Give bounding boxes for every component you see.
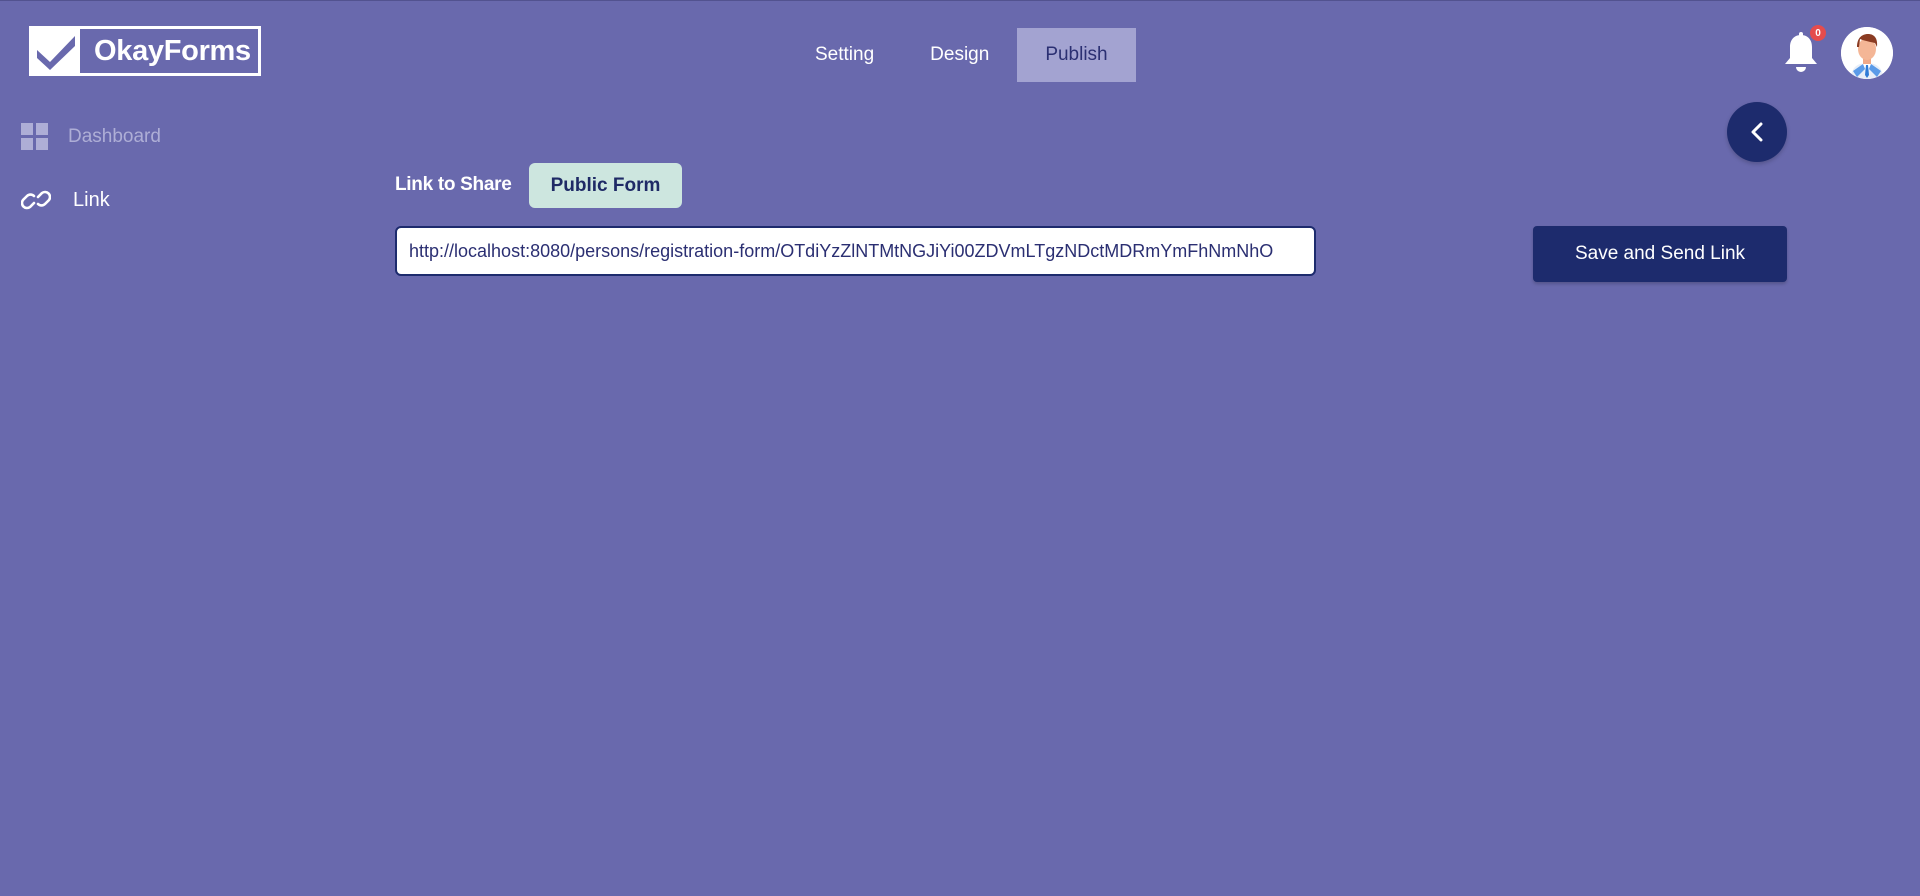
tab-publish[interactable]: Publish	[1017, 28, 1136, 82]
sidebar-item-label: Link	[73, 188, 110, 211]
public-form-button[interactable]: Public Form	[529, 163, 682, 208]
link-to-share-label: Link to Share	[395, 174, 512, 195]
dashboard-grid-icon	[21, 123, 48, 150]
chevron-left-icon	[1751, 122, 1763, 142]
back-button[interactable]	[1727, 102, 1787, 162]
okayforms-logo[interactable]: OkayForms	[29, 26, 261, 76]
user-avatar[interactable]	[1841, 27, 1893, 79]
app-page: OkayForms Setting Design Publish 0 Dashb…	[0, 0, 1920, 896]
top-nav: Setting Design Publish	[787, 28, 1136, 82]
tab-setting[interactable]: Setting	[787, 28, 902, 82]
checkmark-logo-icon	[32, 29, 80, 73]
sidebar-item-label: Dashboard	[68, 125, 161, 147]
notification-badge: 0	[1810, 25, 1826, 41]
share-url-input[interactable]	[395, 226, 1316, 276]
sidebar-item-link[interactable]: Link	[21, 187, 110, 213]
link-icon	[21, 190, 51, 210]
save-and-send-link-button[interactable]: Save and Send Link	[1533, 226, 1787, 282]
tab-design[interactable]: Design	[902, 28, 1017, 82]
brand-name: OkayForms	[94, 34, 251, 67]
sidebar-item-dashboard[interactable]: Dashboard	[21, 123, 161, 150]
